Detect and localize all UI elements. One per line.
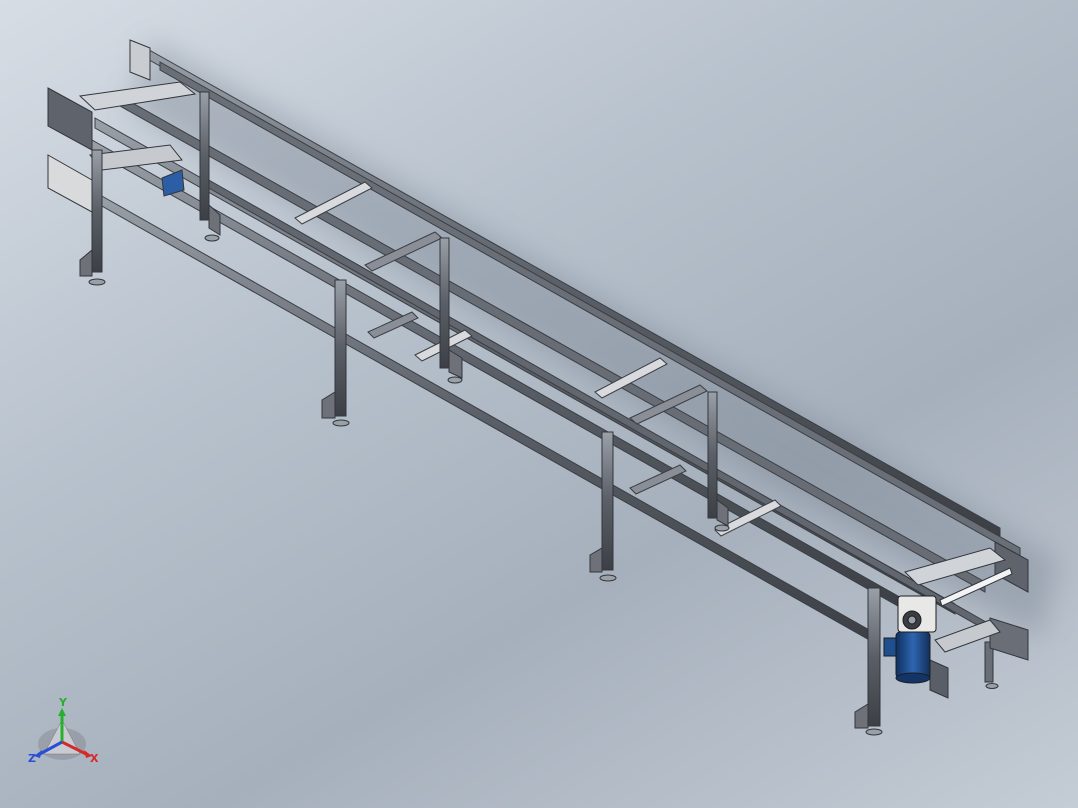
axis-triad[interactable]: Y X Z xyxy=(28,696,99,765)
leg xyxy=(707,391,718,519)
foot xyxy=(332,419,350,427)
cad-viewport[interactable]: Y X Z xyxy=(0,0,1078,808)
drive-motor xyxy=(883,595,937,684)
leg-brace xyxy=(589,547,603,573)
y-axis-label: Y xyxy=(58,696,68,709)
leg-brace xyxy=(208,203,221,236)
leg xyxy=(91,149,103,273)
leg xyxy=(334,279,347,417)
leg xyxy=(601,431,614,571)
leg xyxy=(199,91,210,221)
x-axis-label: X xyxy=(90,752,99,765)
foot xyxy=(985,683,999,689)
foot xyxy=(204,234,220,242)
leg-brace xyxy=(854,703,869,729)
motor-icon xyxy=(895,631,931,679)
leg-brace xyxy=(321,391,336,419)
foot xyxy=(447,376,463,384)
z-axis-label: Z xyxy=(28,752,36,765)
gearbox-shaft xyxy=(907,615,917,625)
rail-conveyor-2 xyxy=(119,95,986,593)
leg xyxy=(867,587,881,727)
motor-endcap xyxy=(895,672,931,684)
drive-housing xyxy=(929,659,949,699)
foot xyxy=(599,574,617,582)
end-plate-top xyxy=(129,39,151,81)
foot xyxy=(865,728,883,736)
conveyor-model-view[interactable]: Y X Z xyxy=(0,0,1078,808)
motor-terminal-box xyxy=(883,637,897,657)
leg-brace xyxy=(79,248,93,277)
foot xyxy=(88,278,106,286)
y-arrow-icon xyxy=(58,708,66,716)
leg xyxy=(439,237,450,369)
foot xyxy=(714,524,730,532)
end-plate-lower xyxy=(47,154,93,213)
